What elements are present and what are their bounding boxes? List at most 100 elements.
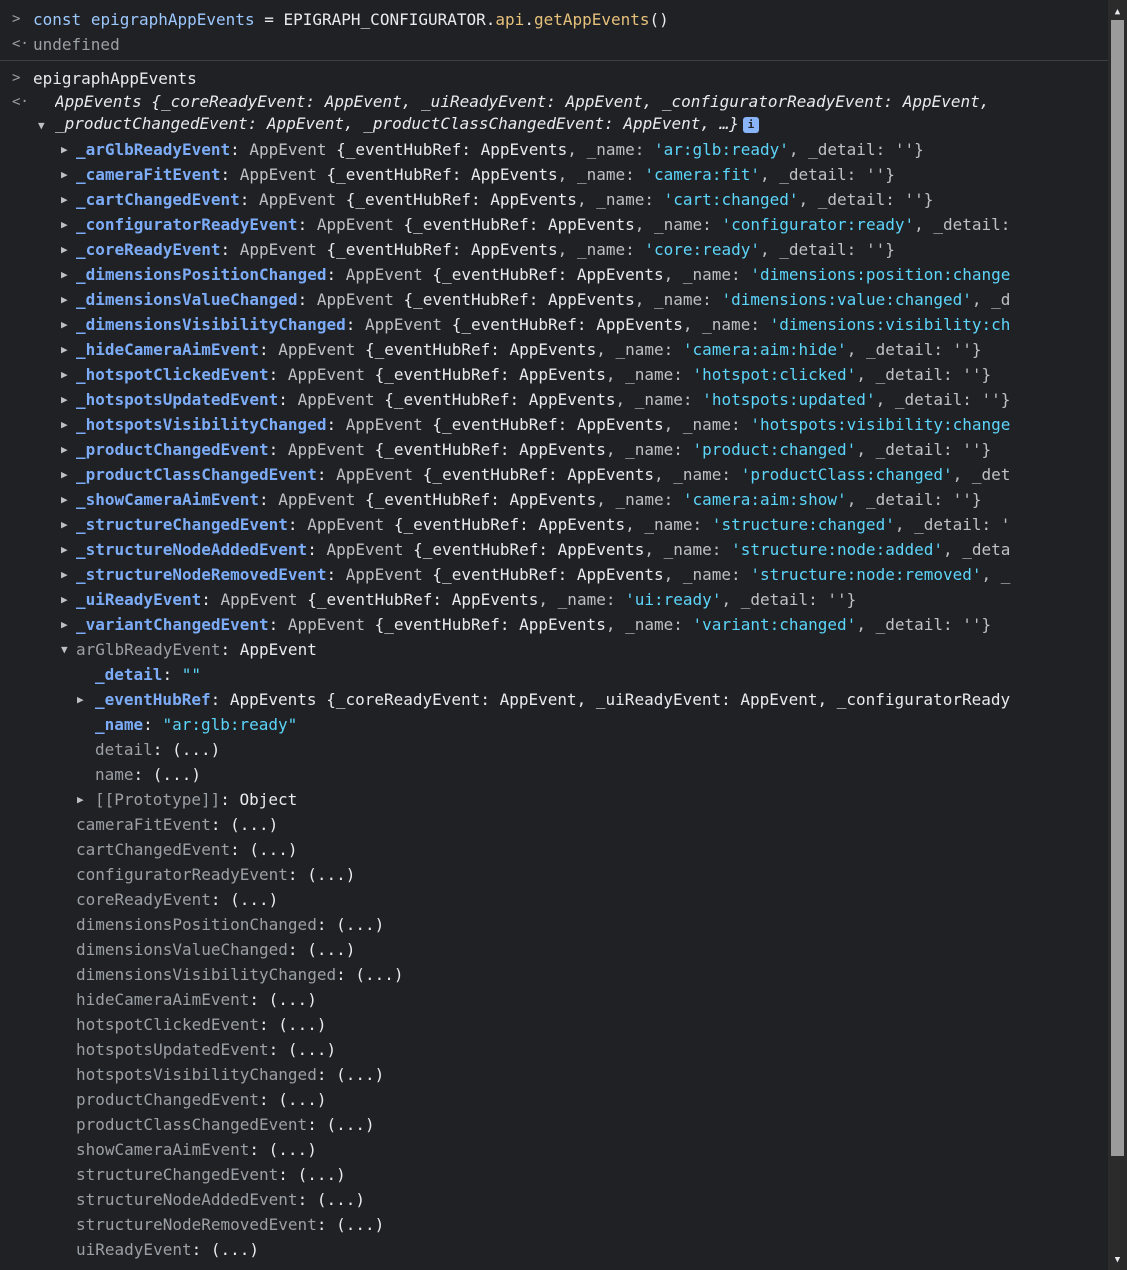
getter-row[interactable]: hideCameraAimEvent: (...) xyxy=(0,987,1073,1012)
expanded-row-header[interactable]: ▼ arGlbReadyEvent: AppEvent xyxy=(0,637,1073,662)
lazy-value[interactable]: (...) xyxy=(269,1140,317,1159)
event-property-row[interactable]: ▶ _dimensionsVisibilityChanged: AppEvent … xyxy=(0,312,1073,337)
lazy-value[interactable]: (...) xyxy=(355,965,403,984)
getter-row[interactable]: structureNodeRemovedEvent: (...) xyxy=(0,1212,1073,1237)
lazy-value[interactable]: (...) xyxy=(211,1240,259,1259)
collapsed-triangle-icon[interactable]: ▶ xyxy=(61,262,73,287)
getter-row[interactable]: structureNodeAddedEvent: (...) xyxy=(0,1187,1073,1212)
event-property-row[interactable]: ▶ _configuratorReadyEvent: AppEvent {_eve… xyxy=(0,212,1073,237)
event-property-row[interactable]: ▶ _hotspotsVisibilityChanged: AppEvent {_… xyxy=(0,412,1073,437)
getter-row[interactable]: productChangedEvent: (...) xyxy=(0,1087,1073,1112)
lazy-value[interactable]: (...) xyxy=(326,1115,374,1134)
event-property-row[interactable]: ▶ _variantChangedEvent: AppEvent {_eventH… xyxy=(0,612,1073,637)
getter-name[interactable]: name: (...) xyxy=(0,762,1073,787)
lazy-value[interactable]: (...) xyxy=(307,865,355,884)
getter-row[interactable]: showCameraAimEvent: (...) xyxy=(0,1137,1073,1162)
collapsed-triangle-icon[interactable]: ▶ xyxy=(61,487,73,512)
getter-row[interactable]: dimensionsVisibilityChanged: (...) xyxy=(0,962,1073,987)
getter-row[interactable]: dimensionsPositionChanged: (...) xyxy=(0,912,1073,937)
lazy-value[interactable]: (...) xyxy=(336,1215,384,1234)
collapsed-triangle-icon[interactable]: ▶ xyxy=(61,412,73,437)
collapsed-triangle-icon[interactable]: ▶ xyxy=(61,562,73,587)
event-property-row[interactable]: ▶ _productClassChangedEvent: AppEvent {_e… xyxy=(0,462,1073,487)
getter-row[interactable]: cameraFitEvent: (...) xyxy=(0,812,1073,837)
collapsed-triangle-icon[interactable]: ▶ xyxy=(61,587,73,612)
collapsed-triangle-icon[interactable]: ▶ xyxy=(61,462,73,487)
vertical-scrollbar[interactable]: ▲ ▼ xyxy=(1108,0,1127,1270)
getter-row[interactable]: coreReadyEvent: (...) xyxy=(0,887,1073,912)
lazy-value[interactable]: (...) xyxy=(307,940,355,959)
command-line-2[interactable]: > epigraphAppEvents xyxy=(0,66,1108,91)
collapsed-triangle-icon[interactable]: ▶ xyxy=(61,387,73,412)
event-property-row[interactable]: ▶ _cameraFitEvent: AppEvent {_eventHubRef… xyxy=(0,162,1073,187)
getter-row[interactable]: dimensionsValueChanged: (...) xyxy=(0,937,1073,962)
result-header-line-2[interactable]: ▼ _productChangedEvent: AppEvent, _produ… xyxy=(0,113,1108,137)
colon: : xyxy=(268,440,288,459)
quote: ' xyxy=(885,515,895,534)
event-property-row[interactable]: ▶ _productChangedEvent: AppEvent {_eventH… xyxy=(0,437,1073,462)
scroll-down-arrow-icon[interactable]: ▼ xyxy=(1108,1252,1127,1268)
event-property-row[interactable]: ▶ _hotspotsUpdatedEvent: AppEvent {_event… xyxy=(0,387,1073,412)
getter-row[interactable]: structureChangedEvent: (...) xyxy=(0,1162,1073,1187)
getter-row[interactable]: hotspotClickedEvent: (...) xyxy=(0,1012,1073,1037)
collapsed-triangle-icon[interactable]: ▶ xyxy=(61,312,73,337)
scrollbar-thumb[interactable] xyxy=(1111,20,1124,1156)
lazy-value[interactable]: (...) xyxy=(269,990,317,1009)
prop-event-hub-ref[interactable]: ▶ _eventHubRef: AppEvents {_coreReadyEve… xyxy=(0,687,1073,712)
getter-row[interactable]: hotspotsVisibilityChanged: (...) xyxy=(0,1062,1073,1087)
event-property-row[interactable]: ▶ _dimensionsPositionChanged: AppEvent {_… xyxy=(0,262,1073,287)
lazy-value[interactable]: (...) xyxy=(230,890,278,909)
collapsed-triangle-icon[interactable]: ▶ xyxy=(61,187,73,212)
lazy-value[interactable]: (...) xyxy=(288,1040,336,1059)
collapsed-triangle-icon[interactable]: ▶ xyxy=(61,237,73,262)
collapsed-triangle-icon[interactable]: ▶ xyxy=(61,537,73,562)
lazy-value[interactable]: (...) xyxy=(278,1015,326,1034)
collapsed-triangle-icon[interactable]: ▶ xyxy=(61,212,73,237)
collapsed-triangle-icon[interactable]: ▶ xyxy=(61,512,73,537)
getter-row[interactable]: productClassChangedEvent: (...) xyxy=(0,1112,1073,1137)
command-line[interactable]: > const epigraphAppEvents = EPIGRAPH_CON… xyxy=(0,7,1108,32)
hub-ref-type: AppEvents xyxy=(528,390,616,409)
collapsed-triangle-icon[interactable]: ▶ xyxy=(61,287,73,312)
scroll-up-arrow-icon[interactable]: ▲ xyxy=(1108,4,1127,20)
colon: : xyxy=(307,540,327,559)
lazy-value[interactable]: (...) xyxy=(249,840,297,859)
getter-row[interactable]: hotspotsUpdatedEvent: (...) xyxy=(0,1037,1073,1062)
collapsed-triangle-icon[interactable]: ▶ xyxy=(61,137,73,162)
lazy-value[interactable]: (...) xyxy=(298,1165,346,1184)
lazy-value[interactable]: (...) xyxy=(317,1190,365,1209)
collapsed-triangle-icon[interactable]: ▶ xyxy=(77,787,89,812)
expand-triangle-icon[interactable]: ▼ xyxy=(61,637,73,662)
getter-row[interactable]: configuratorReadyEvent: (...) xyxy=(0,862,1073,887)
event-property-row[interactable]: ▶ _cartChangedEvent: AppEvent {_eventHubR… xyxy=(0,187,1073,212)
collapsed-triangle-icon[interactable]: ▶ xyxy=(77,687,89,712)
collapsed-triangle-icon[interactable]: ▶ xyxy=(61,612,73,637)
event-property-row[interactable]: ▶ _arGlbReadyEvent: AppEvent {_eventHubRe… xyxy=(0,137,1073,162)
event-property-row[interactable]: ▶ _structureNodeRemovedEvent: AppEvent {_… xyxy=(0,562,1073,587)
getter-detail[interactable]: detail: (...) xyxy=(0,737,1073,762)
lazy-value[interactable]: (...) xyxy=(336,1065,384,1084)
getter-row[interactable]: cartChangedEvent: (...) xyxy=(0,837,1073,862)
lazy-value[interactable]: (...) xyxy=(278,1090,326,1109)
lazy-value[interactable]: (...) xyxy=(230,815,278,834)
result-header-line-1[interactable]: <· AppEvents {_coreReadyEvent: AppEvent,… xyxy=(0,91,1108,113)
collapsed-triangle-icon[interactable]: ▶ xyxy=(61,162,73,187)
collapsed-triangle-icon[interactable]: ▶ xyxy=(61,437,73,462)
collapsed-triangle-icon[interactable]: ▶ xyxy=(61,337,73,362)
prototype-row[interactable]: ▶ [[Prototype]]: Object xyxy=(0,787,1073,812)
event-property-row[interactable]: ▶ _showCameraAimEvent: AppEvent {_eventHu… xyxy=(0,487,1073,512)
expand-triangle-icon[interactable]: ▼ xyxy=(38,115,50,137)
info-icon[interactable]: i xyxy=(742,117,759,133)
event-property-row[interactable]: ▶ _structureNodeAddedEvent: AppEvent {_ev… xyxy=(0,537,1073,562)
getter-row[interactable]: uiReadyEvent: (...) xyxy=(0,1237,1073,1262)
getter-key: dimensionsVisibilityChanged xyxy=(76,965,337,984)
event-property-row[interactable]: ▶ _structureChangedEvent: AppEvent {_even… xyxy=(0,512,1073,537)
lazy-value[interactable]: (...) xyxy=(336,915,384,934)
event-property-row[interactable]: ▶ _hotspotClickedEvent: AppEvent {_eventH… xyxy=(0,362,1073,387)
event-property-row[interactable]: ▶ _dimensionsValueChanged: AppEvent {_eve… xyxy=(0,287,1073,312)
event-property-row[interactable]: ▶ _hideCameraAimEvent: AppEvent {_eventHu… xyxy=(0,337,1073,362)
event-property-row[interactable]: ▶ _coreReadyEvent: AppEvent {_eventHubRef… xyxy=(0,237,1073,262)
type-name: AppEvent xyxy=(287,365,365,384)
event-property-row[interactable]: ▶ _uiReadyEvent: AppEvent {_eventHubRef: … xyxy=(0,587,1073,612)
collapsed-triangle-icon[interactable]: ▶ xyxy=(61,362,73,387)
